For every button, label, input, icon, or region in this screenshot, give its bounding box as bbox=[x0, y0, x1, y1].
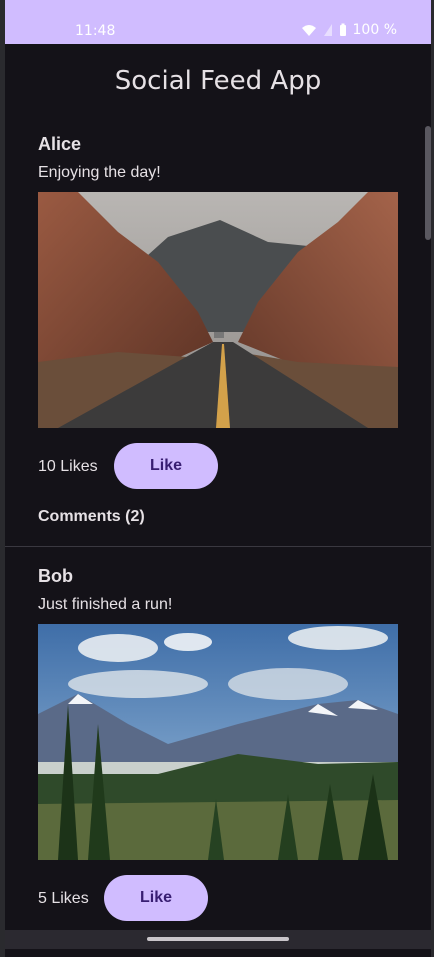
status-time: 11:48 bbox=[75, 23, 116, 39]
post-feed[interactable]: Alice Enjoying the day! 10 Likes Like Co… bbox=[5, 118, 431, 930]
like-button[interactable]: Like bbox=[104, 875, 208, 921]
likes-count: 10 Likes bbox=[38, 458, 98, 475]
post-author: Bob bbox=[38, 566, 73, 586]
post-divider bbox=[5, 546, 431, 547]
home-indicator[interactable] bbox=[147, 937, 289, 941]
signal-icon bbox=[323, 23, 333, 37]
mountain-valley-image bbox=[38, 624, 398, 860]
navigation-bar bbox=[5, 930, 431, 949]
phone-screen: 11:48 100 % Social Feed App Alice Enjoyi… bbox=[5, 0, 431, 957]
post-author: Alice bbox=[38, 134, 82, 154]
like-button[interactable]: Like bbox=[114, 443, 218, 489]
likes-count: 5 Likes bbox=[38, 890, 89, 907]
wifi-icon bbox=[301, 23, 317, 37]
post-text: Enjoying the day! bbox=[38, 164, 161, 181]
comments-link[interactable]: Comments (2) bbox=[38, 508, 145, 526]
status-icons: 100 % bbox=[301, 22, 397, 38]
app-title: Social Feed App bbox=[114, 66, 322, 96]
battery-percent: 100 % bbox=[352, 22, 397, 38]
status-bar: 11:48 100 % bbox=[5, 0, 431, 44]
feed-scrollbar[interactable] bbox=[425, 126, 431, 240]
post-text: Just finished a run! bbox=[38, 596, 173, 613]
battery-icon bbox=[339, 23, 347, 37]
desert-road-image bbox=[38, 192, 398, 428]
